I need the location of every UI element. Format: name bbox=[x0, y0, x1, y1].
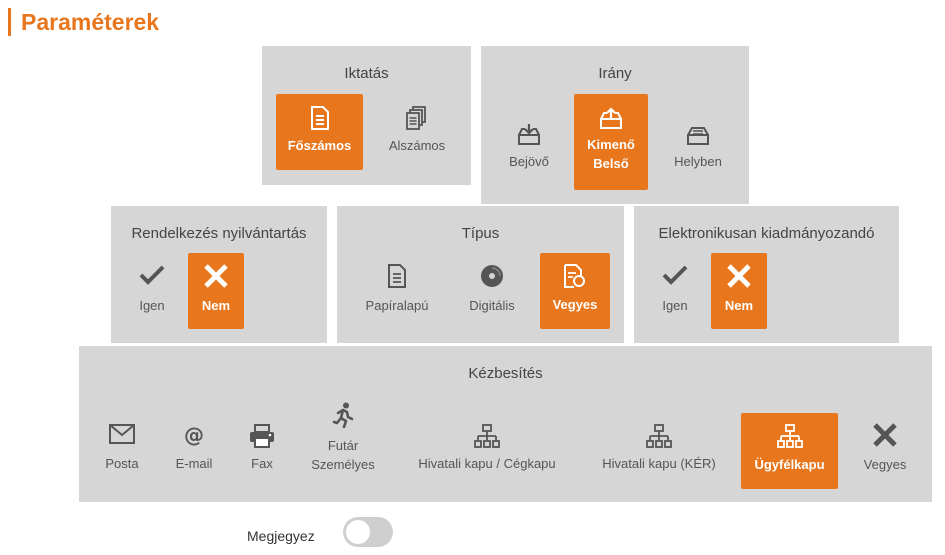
option-posta[interactable]: Posta bbox=[93, 424, 151, 480]
panel-title: Rendelkezés nyilvántartás bbox=[131, 225, 307, 242]
inbox-in-icon bbox=[518, 124, 540, 145]
disc-icon bbox=[481, 265, 503, 287]
check-icon bbox=[139, 265, 165, 285]
network-icon bbox=[776, 424, 803, 448]
panel-tipus: Típus Papíralapú Digitális Vegyes bbox=[337, 206, 624, 343]
inbox-icon bbox=[687, 127, 709, 145]
network-icon bbox=[646, 424, 672, 448]
panel-title: Iktatás bbox=[344, 65, 389, 82]
option-vegyes[interactable]: Vegyes bbox=[540, 253, 610, 329]
panel-kezbesites: Kézbesítés Posta @ E-mail Fax Futár Szem… bbox=[79, 346, 932, 502]
option-label: Vegyes bbox=[552, 297, 598, 312]
option-label-szemelyes: Személyes bbox=[311, 457, 375, 472]
option-label: Bejövő bbox=[509, 154, 549, 169]
option-label: Igen bbox=[139, 298, 165, 313]
network-icon bbox=[474, 424, 500, 448]
panel-title: Típus bbox=[461, 225, 500, 242]
option-ugyfelkapu[interactable]: Ügyfélkapu bbox=[741, 413, 838, 489]
option-hivatali-kapu-cegkapu[interactable]: Hivatali kapu / Cégkapu bbox=[401, 424, 573, 480]
option-bejovo[interactable]: Bejövő bbox=[493, 122, 565, 182]
option-label: Nem bbox=[201, 298, 231, 313]
megjegyez-toggle[interactable] bbox=[343, 517, 393, 547]
option-kimeno-belso[interactable]: Kimenő Belső bbox=[574, 94, 648, 190]
close-icon bbox=[204, 264, 228, 288]
option-label: Posta bbox=[105, 456, 139, 471]
printer-icon bbox=[250, 424, 274, 448]
check-icon bbox=[662, 265, 688, 285]
option-alszamos[interactable]: Alszámos bbox=[375, 94, 459, 170]
option-label: Főszámos bbox=[287, 138, 352, 153]
running-person-icon bbox=[332, 402, 354, 428]
page-title: Paraméterek bbox=[8, 8, 159, 36]
option-igen[interactable]: Igen bbox=[125, 264, 179, 324]
close-icon bbox=[727, 264, 751, 288]
option-vegyes[interactable]: Vegyes bbox=[851, 422, 919, 480]
panel-title: Kézbesítés bbox=[468, 365, 543, 382]
option-helyben[interactable]: Helyben bbox=[659, 122, 737, 182]
option-label: Hivatali kapu / Cégkapu bbox=[418, 456, 556, 471]
option-label: Hivatali kapu (KÉR) bbox=[602, 456, 716, 471]
option-label: Digitális bbox=[469, 298, 515, 313]
option-label-line1: Kimenő bbox=[587, 137, 635, 152]
option-papiralapu[interactable]: Papíralapú bbox=[357, 264, 437, 324]
option-futar-szemelyes[interactable]: Futár Személyes bbox=[299, 402, 387, 480]
documents-stack-icon bbox=[406, 106, 426, 130]
option-label: Papíralapú bbox=[365, 298, 429, 313]
panel-title: Elektronikusan kiadmányozandó bbox=[658, 225, 875, 242]
document-search-icon bbox=[564, 264, 585, 288]
toggle-knob bbox=[346, 520, 370, 544]
document-icon bbox=[388, 264, 406, 288]
option-nem[interactable]: Nem bbox=[711, 253, 767, 329]
panel-rendelkezes: Rendelkezés nyilvántartás Igen Nem bbox=[111, 206, 327, 343]
option-fax[interactable]: Fax bbox=[237, 424, 287, 480]
at-sign-icon: @ bbox=[184, 424, 204, 446]
panel-elektronikus: Elektronikusan kiadmányozandó Igen Nem bbox=[634, 206, 899, 343]
option-nem[interactable]: Nem bbox=[188, 253, 244, 329]
panel-title: Irány bbox=[598, 65, 632, 82]
option-email[interactable]: @ E-mail bbox=[165, 424, 223, 480]
option-label-line2: Belső bbox=[593, 156, 629, 171]
document-icon bbox=[310, 106, 329, 130]
option-label: Vegyes bbox=[863, 457, 907, 472]
option-digitalis[interactable]: Digitális bbox=[455, 264, 529, 324]
option-igen[interactable]: Igen bbox=[648, 264, 702, 324]
inbox-out-icon bbox=[600, 107, 622, 129]
option-label: Igen bbox=[662, 298, 688, 313]
option-label-futar: Futár bbox=[327, 438, 359, 453]
panel-irany: Irány Bejövő Kimenő Belső Helyben bbox=[481, 46, 749, 204]
option-label: Helyben bbox=[674, 154, 722, 169]
option-label: Ügyfélkapu bbox=[754, 457, 825, 472]
option-label: E-mail bbox=[175, 456, 213, 471]
option-label: Nem bbox=[724, 298, 754, 313]
option-label: Alszámos bbox=[388, 138, 446, 153]
svg-text:@: @ bbox=[184, 424, 204, 446]
envelope-icon bbox=[109, 424, 135, 444]
option-label: Fax bbox=[251, 456, 273, 471]
option-hivatali-kapu-ker[interactable]: Hivatali kapu (KÉR) bbox=[587, 424, 731, 480]
close-icon bbox=[873, 423, 897, 447]
megjegyez-label: Megjegyez bbox=[247, 528, 315, 544]
option-foszamos[interactable]: Főszámos bbox=[276, 94, 363, 170]
panel-iktatas: Iktatás Főszámos Alszámos bbox=[262, 46, 471, 185]
